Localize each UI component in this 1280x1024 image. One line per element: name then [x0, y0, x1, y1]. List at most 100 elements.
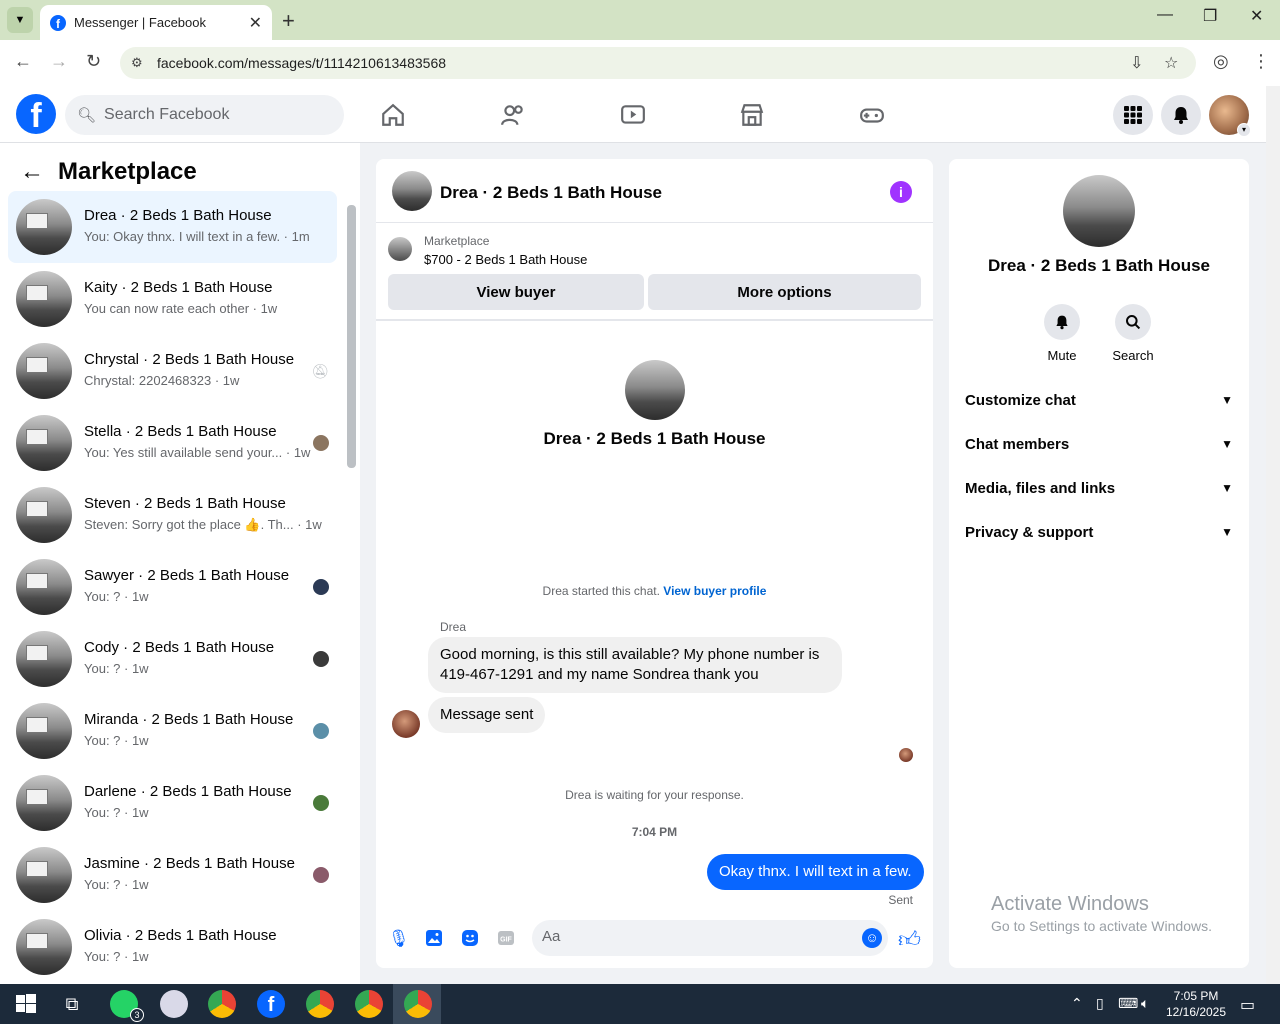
browser-tab[interactable]: f Messenger | Facebook ✕ [40, 5, 272, 40]
privacy-support-row[interactable]: Privacy & support ▼ [965, 517, 1233, 547]
home-icon[interactable] [380, 102, 406, 128]
search-input[interactable] [104, 106, 325, 124]
listing-thumbnail [16, 487, 72, 543]
media-files-links-row[interactable]: Media, files and links ▼ [965, 473, 1233, 503]
notification-center-icon[interactable]: ▭ [1240, 995, 1255, 1015]
tab-close-icon[interactable]: ✕ [249, 13, 262, 33]
bookmark-star-icon[interactable]: ☆ [1164, 53, 1178, 73]
page-scrollbar[interactable] [1266, 86, 1280, 984]
facebook-header: f 🔍︎ ▾ [0, 86, 1266, 143]
profile-icon[interactable]: ◎ [1213, 51, 1229, 72]
conversation-name: Drea · 2 Beds 1 Bath House [84, 207, 272, 224]
chat-members-row[interactable]: Chat members ▼ [965, 429, 1233, 459]
customize-chat-row[interactable]: Customize chat ▼ [965, 385, 1233, 415]
view-buyer-profile-link[interactable]: View buyer profile [663, 584, 766, 598]
sender-avatar[interactable] [392, 710, 420, 738]
notifications-button[interactable] [1161, 95, 1201, 135]
search-button[interactable]: Search [1103, 304, 1163, 363]
conversation-item[interactable]: Jasmine · 2 Beds 1 Bath House You: ? · 1… [8, 839, 337, 911]
listing-thumbnail [16, 199, 72, 255]
outgoing-message[interactable]: Okay thnx. I will text in a few. [707, 854, 924, 890]
sticker-icon[interactable] [460, 929, 480, 949]
device-icon[interactable]: ▯ [1096, 995, 1104, 1012]
system-clock[interactable]: 7:05 PM 12/16/2025 [1164, 988, 1228, 1020]
install-app-icon[interactable]: ⇩ [1130, 53, 1143, 73]
menu-kebab-icon[interactable]: ⋮ [1252, 51, 1270, 72]
minimize-icon[interactable]: — [1157, 6, 1173, 24]
reload-icon[interactable]: ↻ [86, 51, 101, 72]
conversation-item[interactable]: Chrystal · 2 Beds 1 Bath House Chrystal:… [8, 335, 337, 407]
conversation-item[interactable]: Steven · 2 Beds 1 Bath House Steven: Sor… [8, 479, 337, 551]
app-icon[interactable] [160, 990, 188, 1018]
message-input[interactable] [542, 928, 842, 945]
restore-icon[interactable]: ❐ [1203, 6, 1217, 26]
marketplace-icon[interactable] [739, 102, 765, 128]
message-timestamp: 7:04 PM [631, 825, 678, 839]
chrome-icon[interactable] [404, 990, 432, 1018]
conversation-item[interactable]: Stella · 2 Beds 1 Bath House You: Yes st… [8, 407, 337, 479]
facebook-app-icon[interactable]: f [257, 990, 285, 1018]
conversation-item[interactable]: Drea · 2 Beds 1 Bath House You: Okay thn… [8, 191, 337, 263]
network-icon[interactable]: ⌨ [1118, 995, 1138, 1012]
conversation-item[interactable]: Kaity · 2 Beds 1 Bath House You can now … [8, 263, 337, 335]
more-options-button[interactable]: More options [648, 274, 921, 310]
marketplace-listing-bar: Marketplace $700 - 2 Beds 1 Bath House V… [376, 223, 933, 321]
show-hidden-icons-icon[interactable]: ⌃ [1071, 995, 1083, 1012]
tab-search-dropdown-icon[interactable]: ▼ [7, 7, 33, 33]
menu-grid-button[interactable] [1113, 95, 1153, 135]
listing-thumbnail [16, 559, 72, 615]
mute-label: Mute [1047, 348, 1077, 363]
conversation-item[interactable]: Darlene · 2 Beds 1 Bath House You: ? · 1… [8, 767, 337, 839]
window-close-icon[interactable]: ✕ [1250, 6, 1263, 26]
photo-icon[interactable] [424, 929, 444, 949]
panel-title: Marketplace [58, 158, 197, 185]
chat-started-note: Drea started this chat. View buyer profi… [376, 584, 933, 598]
conversation-preview: Steven: Sorry got the place 👍. Th... · 1… [84, 517, 322, 532]
waiting-note: Drea is waiting for your response. [565, 788, 744, 802]
listing-title[interactable]: $700 - 2 Beds 1 Bath House [424, 252, 587, 267]
marketplace-label: Marketplace [424, 234, 490, 248]
mute-button[interactable]: Mute [1032, 304, 1092, 363]
account-dropdown-icon[interactable]: ▾ [1237, 123, 1251, 137]
chat-title[interactable]: Drea · 2 Beds 1 Bath House [440, 183, 662, 203]
conversation-item[interactable]: Sawyer · 2 Beds 1 Bath House You: ? · 1w [8, 551, 337, 623]
friends-icon[interactable] [500, 102, 526, 128]
chat-avatar[interactable] [392, 171, 432, 211]
thumbs-up-icon[interactable]: 👍︎ [898, 926, 921, 953]
chrome-icon[interactable] [208, 990, 236, 1018]
conversation-list-scrollbar[interactable] [347, 205, 356, 468]
omnibox[interactable]: ⚙ facebook.com/messages/t/11142106134835… [120, 47, 1196, 79]
message-input-box[interactable]: ☺ [532, 920, 888, 956]
whatsapp-icon[interactable]: 3 [110, 990, 144, 1022]
view-buyer-button[interactable]: View buyer [388, 274, 644, 310]
microphone-icon[interactable]: 🎙︎ [388, 929, 410, 949]
chevron-down-icon: ▼ [1221, 525, 1233, 539]
conversation-name: Chrystal · 2 Beds 1 Bath House [84, 351, 295, 368]
windows-start-icon[interactable] [12, 990, 40, 1018]
conversation-item[interactable]: Olivia · 2 Beds 1 Bath House You: ? · 1w [8, 911, 337, 983]
task-view-icon[interactable]: ⧉ [58, 990, 86, 1018]
conversation-item[interactable]: Miranda · 2 Beds 1 Bath House You: ? · 1… [8, 695, 337, 767]
emoji-icon[interactable]: ☺ [862, 928, 882, 948]
gaming-icon[interactable] [859, 102, 885, 128]
site-info-icon[interactable]: ⚙ [131, 55, 143, 71]
facebook-logo-icon[interactable]: f [16, 94, 56, 134]
incoming-message[interactable]: Good morning, is this still available? M… [428, 637, 842, 693]
url-text[interactable]: facebook.com/messages/t/1114210613483568 [157, 55, 446, 71]
back-icon[interactable]: ← [14, 51, 32, 72]
conversation-item[interactable]: Cody · 2 Beds 1 Bath House You: ? · 1w [8, 623, 337, 695]
info-icon[interactable]: i [890, 181, 912, 203]
gif-icon[interactable]: GIF [496, 929, 516, 949]
profile-avatar[interactable] [625, 360, 685, 420]
video-icon[interactable] [620, 102, 646, 128]
details-avatar[interactable] [1063, 175, 1135, 247]
account-avatar[interactable]: ▾ [1209, 95, 1251, 137]
volume-icon[interactable]: 🔈︎ [1141, 995, 1149, 1012]
incoming-message[interactable]: Message sent [428, 697, 546, 733]
new-tab-button[interactable]: + [282, 8, 295, 34]
back-arrow-icon[interactable]: ← [20, 158, 44, 186]
forward-icon[interactable]: → [50, 51, 68, 72]
facebook-search[interactable]: 🔍︎ [65, 95, 344, 135]
chrome-icon[interactable] [306, 990, 334, 1018]
chrome-icon[interactable] [355, 990, 383, 1018]
